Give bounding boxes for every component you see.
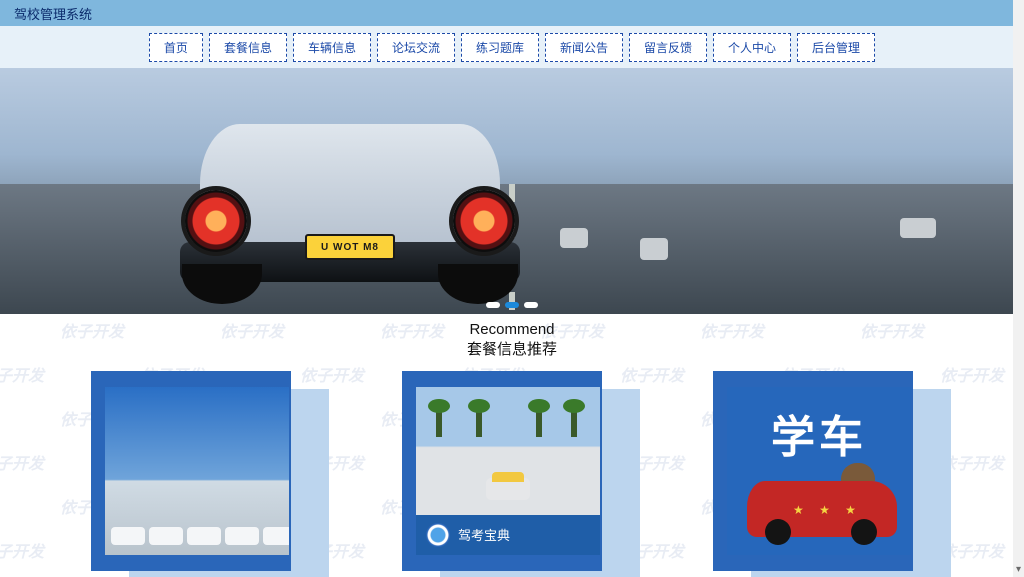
hero-far-car <box>900 218 936 238</box>
app-title: 驾校管理系统 <box>14 4 92 23</box>
carousel-dot[interactable] <box>486 302 500 308</box>
chevron-down-icon[interactable]: ▾ <box>1013 564 1024 575</box>
scrollbar[interactable]: ▾ <box>1013 0 1024 577</box>
recommend-card[interactable]: 驾考宝典 <box>402 371 622 571</box>
card-stars: ★ ★ ★ <box>793 503 862 517</box>
card-graphic-text: 学车 <box>727 401 911 465</box>
badge-icon <box>426 523 450 547</box>
nav-item[interactable]: 练习题库 <box>461 33 539 62</box>
recommend-card-image <box>105 387 289 555</box>
hero-far-car <box>640 238 668 260</box>
nav-item[interactable]: 套餐信息 <box>209 33 287 62</box>
recommend-heading-en: Recommend <box>0 320 1024 340</box>
nav-item[interactable]: 新闻公告 <box>545 33 623 62</box>
nav-item[interactable]: 个人中心 <box>713 33 791 62</box>
hero-carousel[interactable]: U WOT M8 <box>0 68 1024 314</box>
carousel-dots <box>486 302 538 308</box>
recommend-heading: Recommend 套餐信息推荐 <box>0 320 1024 361</box>
hero-far-car <box>560 228 588 248</box>
app-header: 驾校管理系统 <box>0 0 1024 26</box>
hero-license-plate: U WOT M8 <box>305 234 395 260</box>
nav-item[interactable]: 论坛交流 <box>377 33 455 62</box>
hero-car: U WOT M8 <box>150 114 550 304</box>
recommend-cards-row: 驾考宝典 学车 ★ ★ ★ <box>0 371 1024 571</box>
card-badge-label: 驾考宝典 <box>458 525 510 544</box>
recommend-heading-zh: 套餐信息推荐 <box>0 340 1024 360</box>
nav-item[interactable]: 留言反馈 <box>629 33 707 62</box>
card-badge-bar: 驾考宝典 <box>416 515 600 555</box>
nav-item[interactable]: 车辆信息 <box>293 33 371 62</box>
recommend-card[interactable]: 学车 ★ ★ ★ <box>713 371 933 571</box>
recommend-card[interactable] <box>91 371 311 571</box>
carousel-dot[interactable] <box>524 302 538 308</box>
nav-item[interactable]: 后台管理 <box>797 33 875 62</box>
main-nav: 首页套餐信息车辆信息论坛交流练习题库新闻公告留言反馈个人中心后台管理 <box>0 26 1024 68</box>
recommend-card-image: 驾考宝典 <box>416 387 600 555</box>
carousel-dot[interactable] <box>505 302 519 308</box>
recommend-card-image: 学车 ★ ★ ★ <box>727 387 911 555</box>
nav-item[interactable]: 首页 <box>149 33 203 62</box>
